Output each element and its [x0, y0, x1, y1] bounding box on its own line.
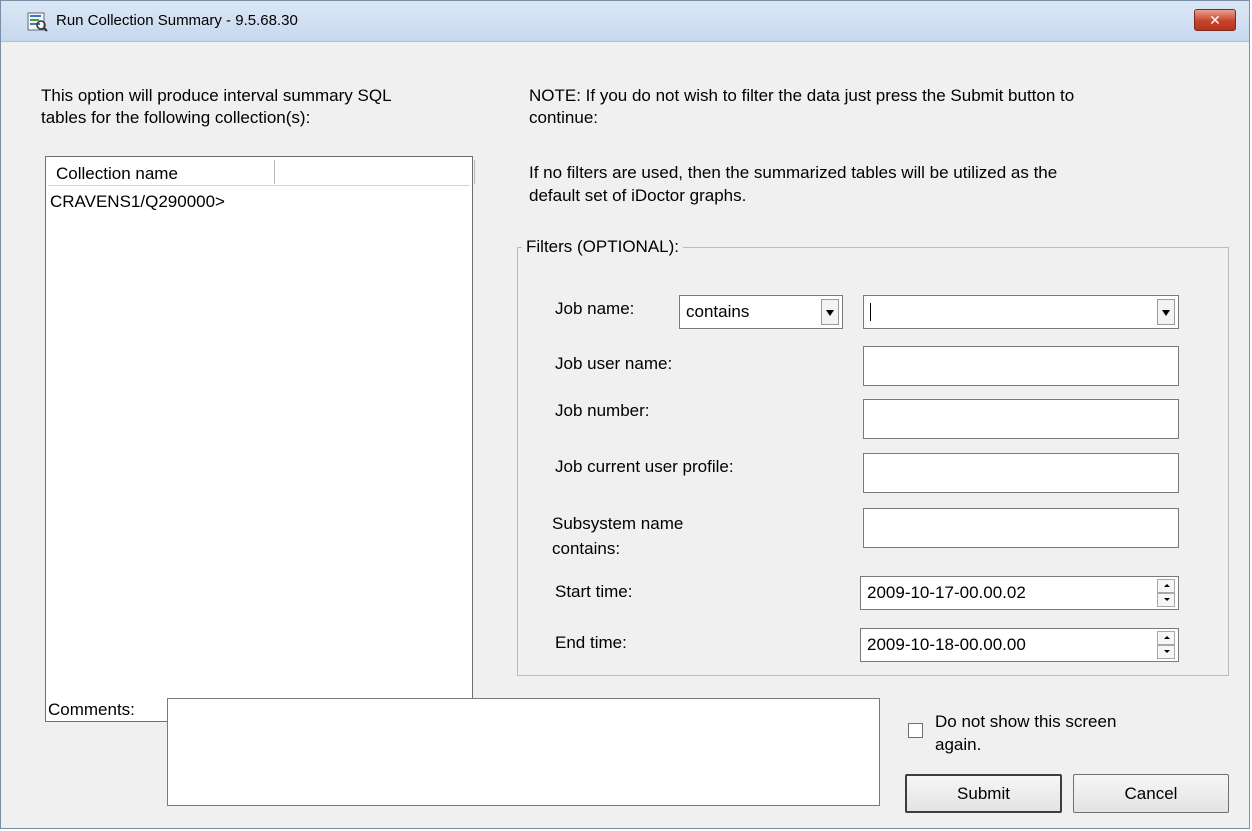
info-text-line2: default set of iDoctor graphs. [529, 186, 747, 205]
column-header-collection-name[interactable]: Collection name [48, 159, 274, 185]
chevron-down-icon[interactable] [1157, 299, 1175, 325]
start-time-value: 2009-10-17-00.00.02 [867, 583, 1026, 602]
column-separator[interactable] [474, 160, 475, 184]
spin-down-icon[interactable] [1157, 645, 1175, 659]
subsystem-name-input[interactable] [863, 508, 1179, 548]
dialog-window: Run Collection Summary - 9.5.68.30 ✕ Thi… [0, 0, 1250, 829]
note-text-line1: NOTE: If you do not wish to filter the d… [529, 86, 1075, 105]
dialog-body: This option will produce interval summar… [1, 42, 1249, 828]
job-current-user-label: Job current user profile: [555, 457, 734, 476]
job-name-operator-select[interactable]: contains [679, 295, 843, 329]
app-icon [27, 12, 48, 32]
dont-show-again-label-line2[interactable]: again. [935, 733, 981, 757]
spin-down-icon[interactable] [1157, 593, 1175, 607]
filters-legend: Filters (OPTIONAL): [522, 235, 684, 259]
job-current-user-input[interactable] [863, 453, 1179, 493]
title-bar[interactable]: Run Collection Summary - 9.5.68.30 ✕ [1, 1, 1249, 42]
job-number-input[interactable] [863, 399, 1179, 439]
job-name-combobox[interactable] [863, 295, 1179, 329]
intro-text-line1: This option will produce interval summar… [41, 86, 392, 105]
close-button[interactable]: ✕ [1194, 9, 1236, 31]
start-time-spinner[interactable]: 2009-10-17-00.00.02 [860, 576, 1179, 610]
cancel-button[interactable]: Cancel [1073, 774, 1229, 813]
comments-label: Comments: [48, 700, 135, 719]
chevron-down-icon[interactable] [821, 299, 839, 325]
submit-button[interactable]: Submit [905, 774, 1062, 813]
end-time-value: 2009-10-18-00.00.00 [867, 635, 1026, 654]
job-user-name-label: Job user name: [555, 354, 673, 373]
spin-up-icon[interactable] [1157, 631, 1175, 645]
note-text-line2: continue: [529, 108, 598, 127]
info-text-line1: If no filters are used, then the summari… [529, 163, 1058, 182]
subsystem-label-line2: contains: [552, 539, 621, 558]
subsystem-label-line1: Subsystem name [552, 514, 684, 533]
collection-list[interactable]: Collection name CRAVENS1/Q290000> [45, 156, 475, 722]
job-name-label: Job name: [555, 299, 635, 318]
comments-textarea[interactable] [167, 698, 880, 806]
list-item[interactable]: CRAVENS1/Q290000> [50, 191, 225, 213]
dont-show-again-label-line1[interactable]: Do not show this screen [935, 710, 1116, 734]
job-name-operator-value: contains [686, 302, 750, 321]
column-separator[interactable] [274, 160, 275, 184]
list-header: Collection name [48, 159, 475, 186]
end-time-spinner[interactable]: 2009-10-18-00.00.00 [860, 628, 1179, 662]
dont-show-again-checkbox[interactable] [908, 723, 923, 738]
job-user-name-input[interactable] [863, 346, 1179, 386]
end-time-label: End time: [555, 633, 627, 652]
end-time-spin-buttons[interactable] [1157, 631, 1175, 659]
spin-up-icon[interactable] [1157, 579, 1175, 593]
text-caret [870, 303, 871, 321]
intro-text-line2: tables for the following collection(s): [41, 108, 311, 127]
start-time-label: Start time: [555, 582, 633, 601]
close-icon: ✕ [1209, 12, 1221, 28]
job-number-label: Job number: [555, 401, 650, 420]
window-title: Run Collection Summary - 9.5.68.30 [56, 12, 298, 29]
start-time-spin-buttons[interactable] [1157, 579, 1175, 607]
